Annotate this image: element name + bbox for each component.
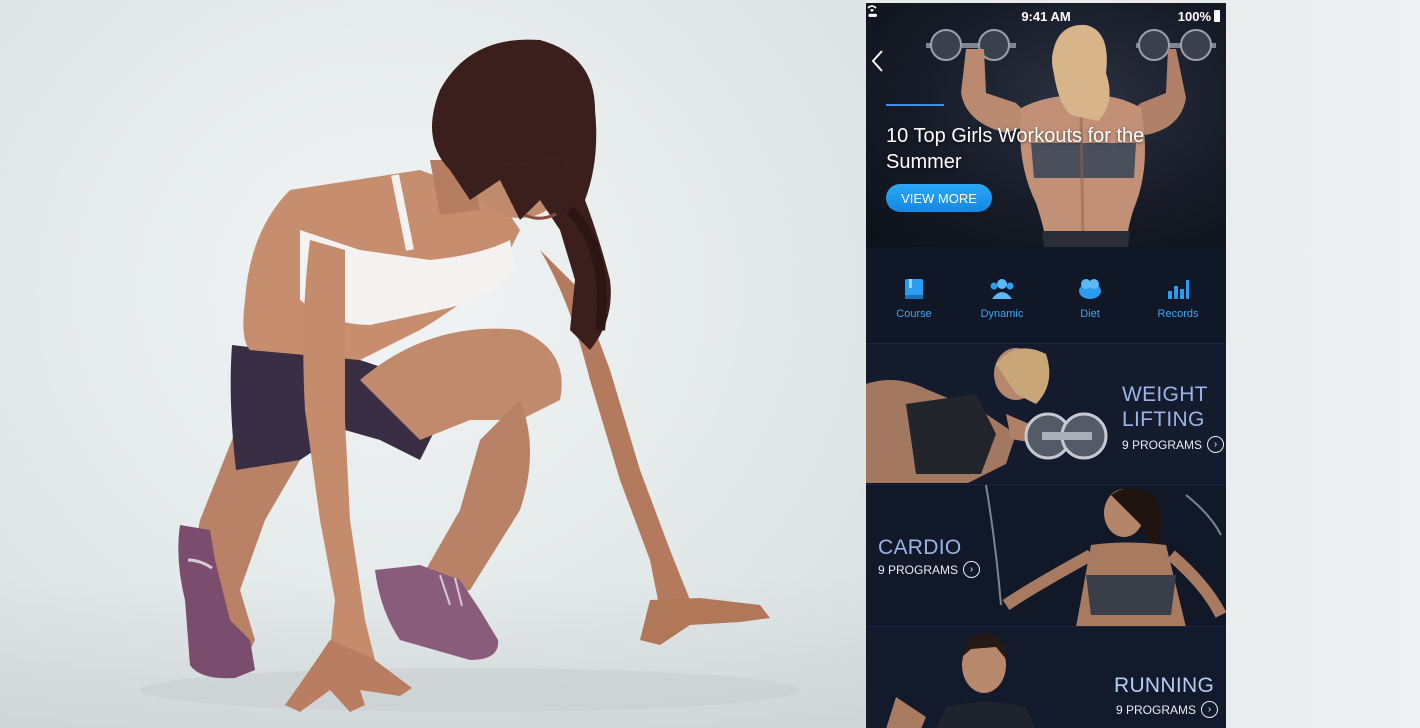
chevron-right-circle-icon[interactable]: › bbox=[1207, 436, 1225, 453]
chevron-left-icon bbox=[871, 50, 883, 72]
nav-item-records[interactable]: Records bbox=[1138, 271, 1218, 320]
battery-percent: 100% bbox=[1177, 8, 1211, 24]
card-title-line1: WEIGHT bbox=[1122, 383, 1208, 406]
bar-chart-icon bbox=[1166, 277, 1190, 301]
hero-photo bbox=[0, 0, 866, 728]
program-card-weight-lifting[interactable]: WEIGHT LIFTING 9 PROGRAMS › bbox=[866, 343, 1226, 483]
book-icon bbox=[903, 277, 925, 301]
phone-screen: •••• 9:41 AM 100% 10 Top Girls Workouts … bbox=[866, 3, 1226, 728]
nav-item-course[interactable]: Course bbox=[874, 271, 954, 320]
program-count-label: 9 PROGRAMS bbox=[878, 562, 959, 577]
program-card-running[interactable]: RUNNING 9 PROGRAMS › bbox=[866, 626, 1226, 728]
back-button[interactable] bbox=[870, 49, 896, 79]
nav-label-dynamic: Dynamic bbox=[980, 307, 1024, 320]
card-title: WEIGHT LIFTING bbox=[1122, 382, 1208, 432]
chevron-right-circle-icon[interactable]: › bbox=[1201, 701, 1219, 718]
featured-banner[interactable]: •••• 9:41 AM 100% 10 Top Girls Workouts … bbox=[866, 3, 1226, 247]
card-program-count: 9 PROGRAMS › bbox=[1122, 436, 1225, 453]
card-title-line2: LIFTING bbox=[1122, 408, 1205, 431]
status-bar: •••• 9:41 AM 100% bbox=[866, 3, 1226, 29]
card-program-count: 9 PROGRAMS › bbox=[1116, 701, 1219, 718]
category-nav: Course Dynamic Diet Records bbox=[866, 247, 1226, 343]
card-program-count: 9 PROGRAMS › bbox=[878, 561, 981, 578]
card-title: RUNNING bbox=[1114, 674, 1215, 697]
sprinter-illustration bbox=[140, 39, 800, 712]
card-title: CARDIO bbox=[878, 536, 962, 559]
chevron-right-circle-icon[interactable]: › bbox=[963, 561, 981, 578]
food-icon bbox=[1077, 277, 1103, 301]
nav-item-diet[interactable]: Diet bbox=[1050, 271, 1130, 320]
right-margin bbox=[1226, 0, 1420, 728]
banner-title: 10 Top Girls Workouts for the Summer bbox=[886, 125, 1145, 173]
nav-item-dynamic[interactable]: Dynamic bbox=[962, 271, 1042, 320]
nav-label-course: Course bbox=[896, 307, 932, 320]
users-icon bbox=[988, 277, 1016, 301]
program-card-cardio[interactable]: CARDIO 9 PROGRAMS › bbox=[866, 484, 1226, 626]
nav-label-records: Records bbox=[1157, 307, 1199, 320]
view-more-button[interactable]: VIEW MORE bbox=[886, 184, 992, 212]
nav-label-diet: Diet bbox=[1080, 307, 1100, 320]
program-count-label: 9 PROGRAMS bbox=[1122, 437, 1203, 452]
status-time: 9:41 AM bbox=[1021, 8, 1071, 24]
banner-accent-rule bbox=[886, 104, 944, 106]
battery-icon bbox=[1214, 10, 1220, 22]
program-count-label: 9 PROGRAMS bbox=[1116, 702, 1197, 717]
